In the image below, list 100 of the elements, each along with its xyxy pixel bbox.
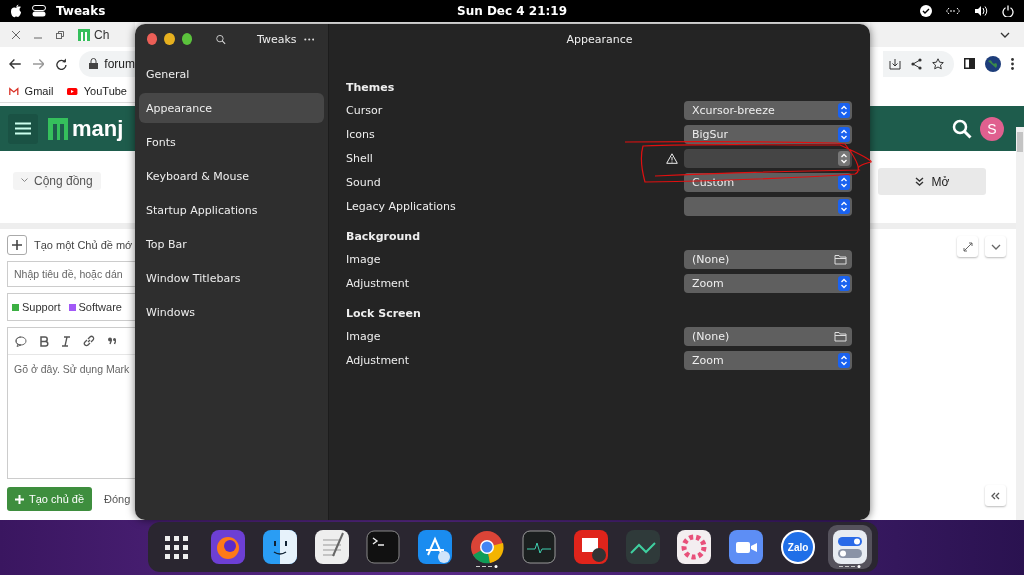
sidebar-item[interactable]: Keyboard & Mouse [139,161,324,191]
pinwheel-icon[interactable] [677,530,712,564]
theme-dropdown[interactable] [684,196,852,216]
face-icon[interactable] [262,530,297,564]
sidebar-item[interactable]: Fonts [139,127,324,157]
composer-heading: Tạo một Chủ đề mớ [34,239,133,251]
create-topic-button[interactable]: Tạo chủ đề [7,487,93,511]
network-icon[interactable] [946,6,960,16]
back-icon[interactable] [9,57,21,70]
maximize-button[interactable] [181,33,193,45]
photo-icon[interactable] [573,530,608,564]
chat-app-icon[interactable]: Zalo [781,530,816,564]
theme-dropdown[interactable]: BigSur [684,124,852,144]
app-grid-icon[interactable] [164,535,188,559]
theme-dropdown[interactable]: Zoom [684,350,852,370]
toggles-icon[interactable] [32,5,46,17]
speech-bubble-icon[interactable] [15,335,27,347]
kebab-menu-icon[interactable] [1011,57,1014,70]
search-icon[interactable] [216,33,226,45]
folder-icon [834,330,847,342]
restore-icon[interactable] [56,30,64,39]
bold-icon[interactable] [40,335,49,347]
category-field[interactable]: Support Software [7,293,135,321]
setting-label: Adjustment [346,353,410,367]
title-field[interactable]: Nhập tiêu đề, hoặc dán [7,261,135,287]
close-button[interactable] [147,33,158,45]
sidebar-icon[interactable] [964,58,975,69]
expand-button[interactable]: Mở [878,168,986,195]
collapse-sidebar-button[interactable] [985,485,1006,506]
stepper-icon [838,275,850,291]
double-chevron-icon [914,177,924,186]
download-icon[interactable] [889,57,901,70]
close-icon[interactable] [12,30,20,39]
sidebar-item[interactable]: Top Bar [139,229,324,259]
toggles-icon[interactable] [832,530,867,564]
stepper-icon [838,102,850,118]
folder-icon [834,253,847,265]
category-dropdown[interactable]: Cộng đồng [13,171,101,190]
graph-icon[interactable] [625,530,660,564]
video-camera-icon[interactable] [729,530,764,564]
section-heading: Themes [346,80,395,94]
heart-monitor-icon[interactable] [521,530,556,564]
site-logo-icon [78,28,90,41]
clock[interactable]: Sun Dec 4 21:19 [457,4,567,18]
section-heading: Background [346,229,421,243]
site-logo-icon [48,117,68,140]
browser-icon[interactable] [470,530,505,564]
scrollbar-thumb[interactable] [1017,132,1023,152]
setting-label: Image [346,329,381,343]
setting-label: Legacy Applications [346,199,456,213]
reload-icon[interactable] [56,57,68,70]
sidebar-item[interactable]: General [139,59,324,89]
store-icon[interactable] [418,530,453,564]
sidebar-item[interactable]: Appearance [139,93,324,123]
forward-icon[interactable] [32,57,45,70]
menu-button[interactable] [8,113,38,144]
chevron-down-icon[interactable] [1000,31,1010,38]
lock-icon [89,58,99,69]
terminal-icon[interactable] [366,530,401,564]
sidebar-item[interactable]: Windows [139,297,324,327]
more-icon[interactable] [303,37,314,41]
add-button[interactable] [7,235,27,255]
power-icon[interactable] [1002,5,1014,17]
bookmark-link[interactable]: Gmail [24,85,54,97]
stepper-icon [838,126,850,142]
notepad-icon[interactable] [314,530,349,564]
mail-icon [9,86,19,96]
address-bar[interactable]: forum [79,50,135,77]
plus-icon [12,240,22,250]
theme-dropdown[interactable]: Zoom [684,273,852,293]
close-link[interactable]: Đóng [104,493,131,505]
tab-title[interactable]: Ch [94,27,110,42]
apple-logo-icon[interactable] [10,4,22,18]
tag-label: Software [78,301,122,313]
sidebar-item[interactable]: Window Titlebars [139,263,324,293]
bookmark-link[interactable]: YouTube [83,85,127,97]
quote-icon[interactable] [108,337,116,345]
section-heading: Lock Screen [346,306,421,320]
file-chooser[interactable]: (None) [684,249,852,269]
sidebar-item[interactable]: Startup Applications [139,195,324,225]
volume-icon[interactable] [974,5,988,17]
search-icon[interactable] [952,118,972,139]
play-icon [67,86,78,96]
setting-label: Adjustment [346,276,410,290]
globe-icon[interactable] [985,55,1001,72]
expand-arrows-icon [962,241,973,252]
stepper-icon [838,198,850,214]
scrollbar[interactable] [1016,127,1024,520]
star-icon[interactable] [932,57,944,70]
page-title: Appearance [566,32,633,46]
app-name[interactable]: Tweaks [56,4,106,18]
theme-dropdown[interactable]: Xcursor-breeze [684,100,852,120]
italic-icon[interactable] [62,335,70,347]
link-icon[interactable] [83,335,95,347]
file-chooser[interactable]: (None) [684,326,852,346]
caret-icon [21,178,28,183]
share-icon[interactable] [911,57,922,70]
minimize-button[interactable] [164,33,175,45]
setting-label: Shell [346,151,373,165]
check-circle-icon[interactable] [920,5,932,17]
